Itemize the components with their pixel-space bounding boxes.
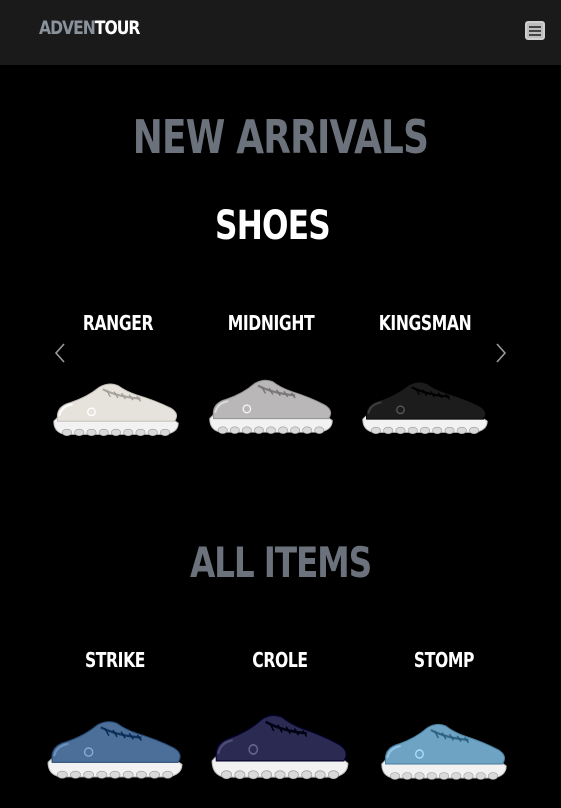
brand-logo[interactable]: ADVENTOUR bbox=[39, 17, 141, 39]
product-name[interactable]: STOMP bbox=[397, 648, 491, 672]
product-name[interactable]: CROLE bbox=[233, 648, 327, 672]
hamburger-menu-icon[interactable] bbox=[525, 21, 545, 40]
brand-logo-part1: ADVEN bbox=[39, 17, 96, 39]
product-name[interactable]: MIDNIGHT bbox=[224, 311, 318, 335]
shoe-image-crole[interactable] bbox=[208, 708, 352, 784]
new-arrivals-title: NEW ARRIVALS bbox=[132, 110, 429, 164]
shoe-image-stomp[interactable] bbox=[378, 718, 510, 784]
shoe-image-ranger[interactable] bbox=[50, 378, 182, 440]
all-items-title: ALL ITEMS bbox=[189, 538, 372, 587]
product-name[interactable]: KINGSMAN bbox=[378, 311, 472, 335]
shoe-image-strike[interactable] bbox=[44, 715, 186, 783]
shoe-image-kingsman[interactable] bbox=[359, 376, 491, 438]
product-name[interactable]: RANGER bbox=[71, 311, 165, 335]
chevron-left-icon[interactable] bbox=[52, 340, 70, 366]
navbar: ADVENTOUR bbox=[0, 0, 561, 65]
brand-logo-part2: TOUR bbox=[94, 17, 141, 39]
shoes-subtitle: SHOES bbox=[214, 203, 331, 249]
shoe-image-midnight[interactable] bbox=[206, 374, 336, 438]
chevron-right-icon[interactable] bbox=[491, 340, 509, 366]
product-name[interactable]: STRIKE bbox=[68, 648, 162, 672]
